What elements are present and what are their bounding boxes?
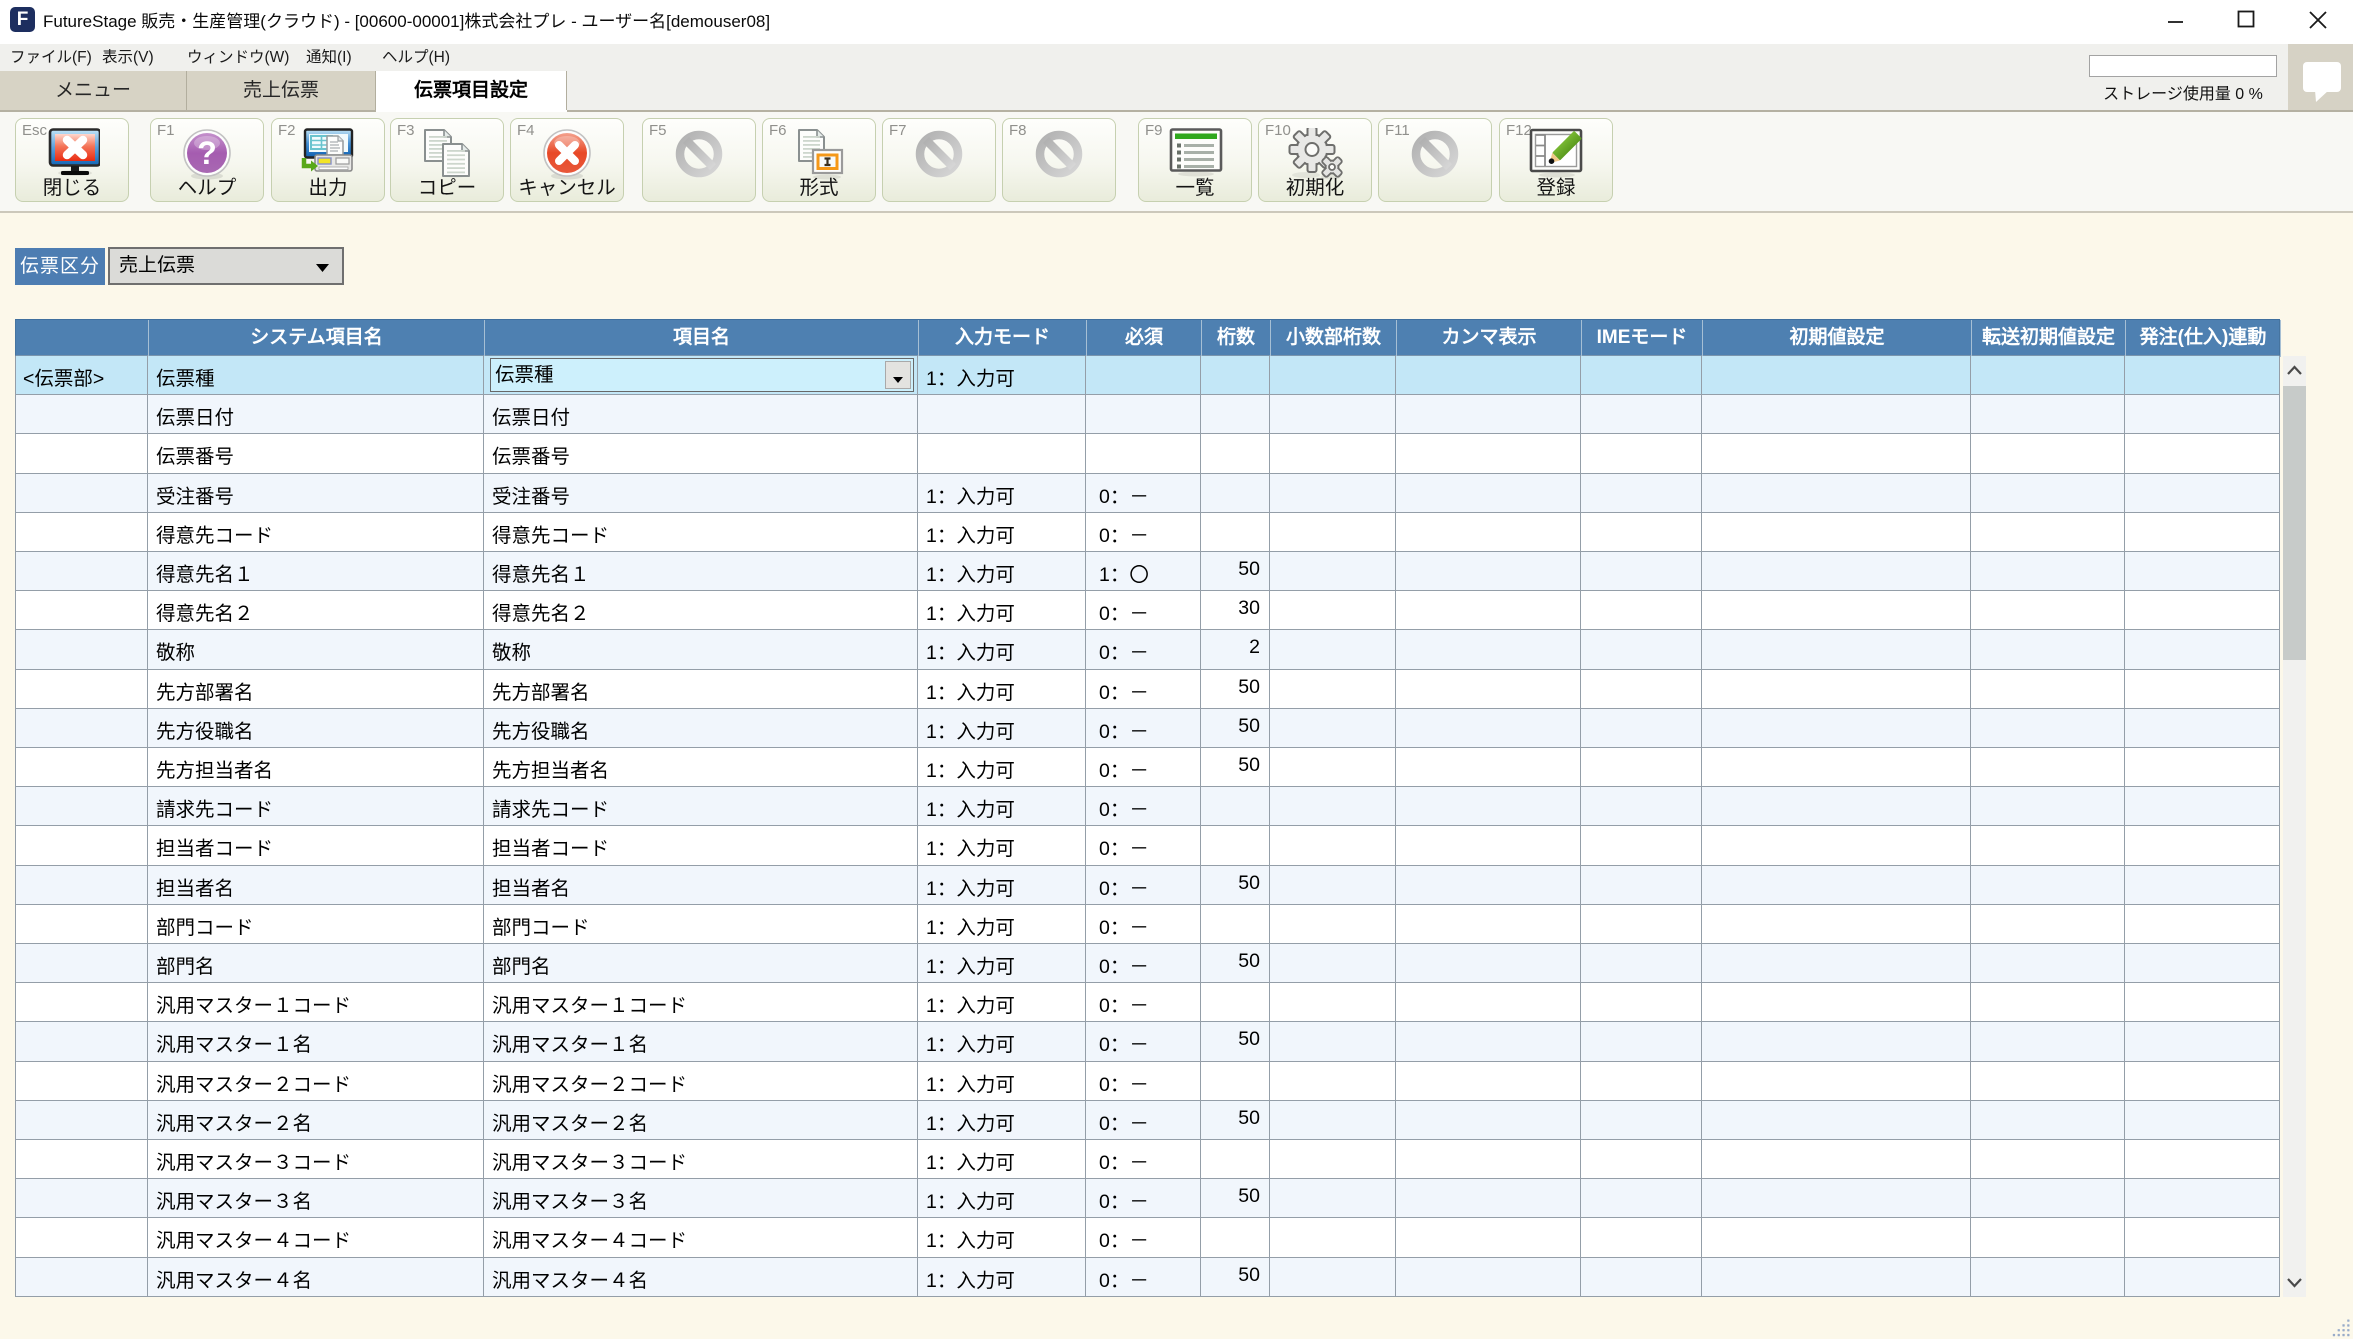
svg-text:?: ? [197, 135, 217, 171]
